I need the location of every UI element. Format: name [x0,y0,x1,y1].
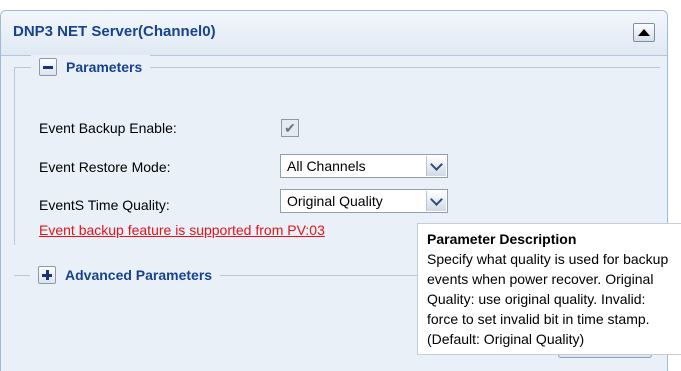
dropdown-arrow[interactable] [426,156,446,176]
time-quality-label: EventS Time Quality: [39,197,170,213]
minus-icon [43,66,53,69]
collapse-panel-button[interactable] [633,23,655,42]
event-restore-select[interactable]: All Channels [280,154,448,178]
advanced-parameters-title: Advanced Parameters [65,267,213,283]
tooltip-line: Quality: use original quality. Invalid: [427,291,646,307]
event-backup-checkbox[interactable]: ✔ [281,119,299,137]
parameters-title: Parameters [66,59,143,75]
panel-title: DNP3 NET Server(Channel0) [13,23,216,40]
time-quality-value: Original Quality [287,193,383,209]
triangle-up-icon [638,29,650,36]
event-backup-label: Event Backup Enable: [39,120,177,136]
tooltip-title: Parameter Description [427,231,577,247]
parameter-description-tooltip: Parameter Description Specify what quali… [417,223,681,355]
chevron-down-icon [430,192,443,206]
tooltip-line: events when power recover. Original [427,271,654,287]
dropdown-arrow[interactable] [426,191,446,211]
tooltip-line: (Default: Original Quality) [427,331,585,347]
expand-advanced-button[interactable] [38,266,56,284]
event-restore-label: Event Restore Mode: [39,159,171,175]
time-quality-select[interactable]: Original Quality [280,189,448,213]
advanced-legend: Advanced Parameters [30,263,221,287]
tooltip-line: force to set invalid bit in time stamp. [427,311,650,327]
tooltip-line: Specify what quality is used for backup [427,251,669,267]
checkmark-icon: ✔ [284,120,296,136]
pv-support-warning-link[interactable]: Event backup feature is supported from P… [39,222,325,238]
chevron-down-icon [430,157,443,171]
panel-header: DNP3 NET Server(Channel0) [1,11,667,56]
event-restore-value: All Channels [287,158,366,174]
parameters-legend: Parameters [31,55,151,79]
collapse-parameters-button[interactable] [39,58,57,76]
